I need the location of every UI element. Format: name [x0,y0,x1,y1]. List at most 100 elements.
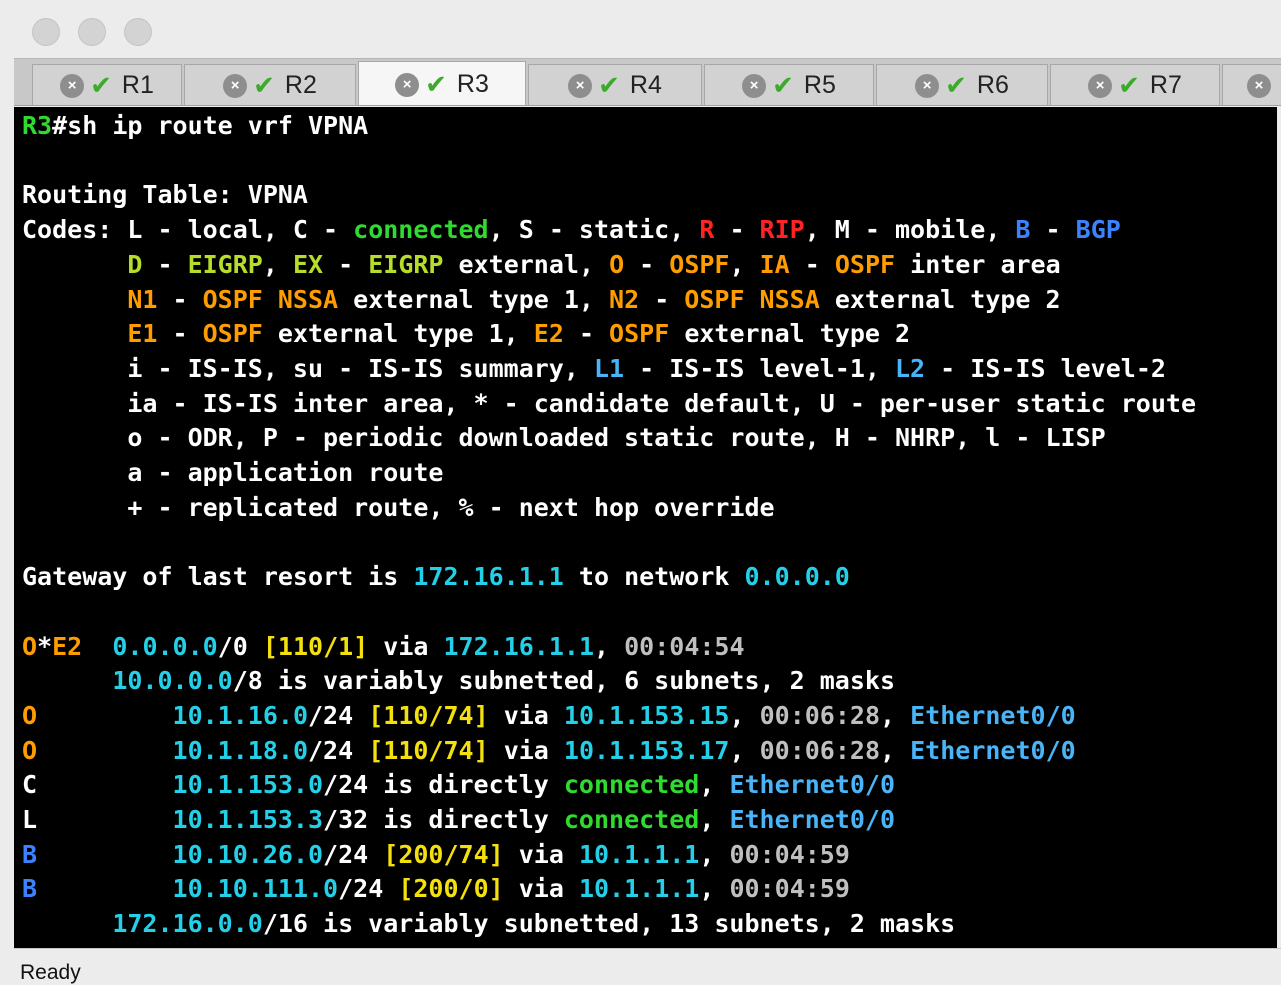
tab-r1[interactable]: × ✔ R1 [32,64,182,105]
status-text: Ready [20,961,81,984]
terminal-text: IA [759,249,790,279]
terminal-line: Codes: L - local, C - connected, S - sta… [22,213,1121,247]
terminal-text: + - replicated route, % - next hop overr… [22,492,775,522]
terminal-text: - [1030,215,1076,245]
close-tab-icon[interactable]: × [915,73,940,98]
terminal-line: O 10.1.18.0/24 [110/74] via 10.1.153.17,… [22,734,1076,768]
terminal-text: external type 1, [338,284,610,314]
close-tab-icon[interactable]: × [568,73,593,98]
tab-overflow[interactable]: × [1222,64,1281,105]
terminal-text: 10.1.153.0 [172,770,324,800]
terminal-line: R3#sh ip route vrf VPNA [22,109,368,143]
terminal-text: external type 1, [262,319,534,349]
close-tab-icon[interactable]: × [395,72,420,97]
close-tab-icon[interactable]: × [1088,73,1113,98]
terminal-text: N2 [609,284,640,314]
terminal-text: OSPF [202,319,263,349]
connected-check-icon: ✔ [772,70,794,100]
terminal-text: O [22,631,38,661]
terminal-text: i - IS-IS, su - IS-IS summary, [22,353,594,383]
terminal-text: OSPF NSSA [202,284,339,314]
terminal-text: OSPF [609,319,670,349]
tab-r2[interactable]: × ✔ R2 [184,64,356,105]
terminal-text: 10.10.111.0 [172,874,339,904]
terminal-text: Codes: L - local, C - [22,215,354,245]
terminal-text: 00:04:59 [729,839,850,869]
terminal-text: 10.1.18.0 [172,735,308,765]
terminal-text: - [157,319,203,349]
terminal-text: a - application route [22,458,444,487]
terminal-text: , [880,735,911,765]
tab-r7[interactable]: × ✔ R7 [1050,64,1220,105]
tab-r5[interactable]: × ✔ R5 [704,64,874,105]
terminal-text: connected [353,215,489,245]
terminal-text: Ethernet0/0 [910,700,1076,730]
terminal-output[interactable]: R3#sh ip route vrf VPNA Routing Table: VP… [14,107,1277,948]
terminal-line: Routing Table: VPNA [22,178,308,212]
terminal-text: - [639,284,685,314]
terminal-text: 00:04:59 [729,874,850,904]
terminal-text: O [22,700,38,730]
tab-r4[interactable]: × ✔ R4 [528,64,702,105]
terminal-text: OSPF [669,249,730,279]
terminal-text: E2 [533,319,564,349]
terminal-text: N1 [127,284,158,314]
terminal-line: + - replicated route, % - next hop overr… [22,491,775,525]
close-window-button[interactable] [32,18,60,46]
terminal-text: D [127,249,143,279]
tab-label: R7 [1149,71,1182,99]
tab-r3[interactable]: × ✔ R3 [358,61,526,105]
terminal-text: , [729,735,760,765]
terminal-line: L 10.1.153.3/32 is directly connected, E… [22,803,895,837]
terminal-line: D - EIGRP, EX - EIGRP external, O - OSPF… [22,248,1060,282]
terminal-text: OSPF [834,249,896,279]
minimize-window-button[interactable] [78,18,106,46]
terminal-text: connected [563,770,700,800]
terminal-text: 172.16.0.0 [112,909,263,939]
terminal-text: L2 [895,353,926,383]
terminal-text: 172.16.1.1 [443,631,594,661]
terminal-text: 10.1.153.15 [563,700,730,730]
close-tab-icon[interactable]: × [223,73,248,98]
terminal-text: 0.0.0.0 [744,562,850,592]
terminal-text: - [142,249,188,279]
terminal-text: EIGRP [187,249,263,279]
terminal-text: to network [563,562,745,592]
terminal-text: [200/0] [398,874,504,904]
terminal-text: - [624,249,670,279]
terminal-text: - [563,319,610,349]
zoom-window-button[interactable] [124,18,152,46]
close-tab-icon[interactable]: × [60,73,85,98]
terminal-text: , [699,805,730,834]
terminal-text: E1 [127,319,158,349]
terminal-line: 10.0.0.0/8 is variably subnetted, 6 subn… [22,664,895,698]
tab-label: R2 [284,71,317,99]
connected-check-icon: ✔ [253,70,275,100]
close-tab-icon[interactable]: × [742,73,767,98]
terminal-window: × ✔ R1 × ✔ R2 × ✔ R3 × ✔ R4 × ✔ R5 × ✔ R6 × ✔ R7 × R3#sh ip r… [14,6,1281,985]
terminal-text: - [323,249,369,279]
terminal-text: - [714,215,760,245]
terminal-text: R [699,215,715,245]
terminal-text: via [368,631,444,661]
terminal-text: 00:06:28 [759,735,881,765]
tab-label: R1 [121,71,154,99]
terminal-text: B [1015,215,1031,245]
terminal-text: L1 [593,353,625,383]
terminal-text: O [22,735,38,765]
terminal-text: via [488,700,564,730]
close-tab-icon[interactable]: × [1247,73,1271,98]
connected-check-icon: ✔ [90,70,112,100]
connected-check-icon: ✔ [1118,70,1140,100]
tab-r6[interactable]: × ✔ R6 [876,64,1048,105]
terminal-text: 00:04:54 [624,631,745,661]
terminal-text: Routing Table: VPNA [22,180,308,210]
